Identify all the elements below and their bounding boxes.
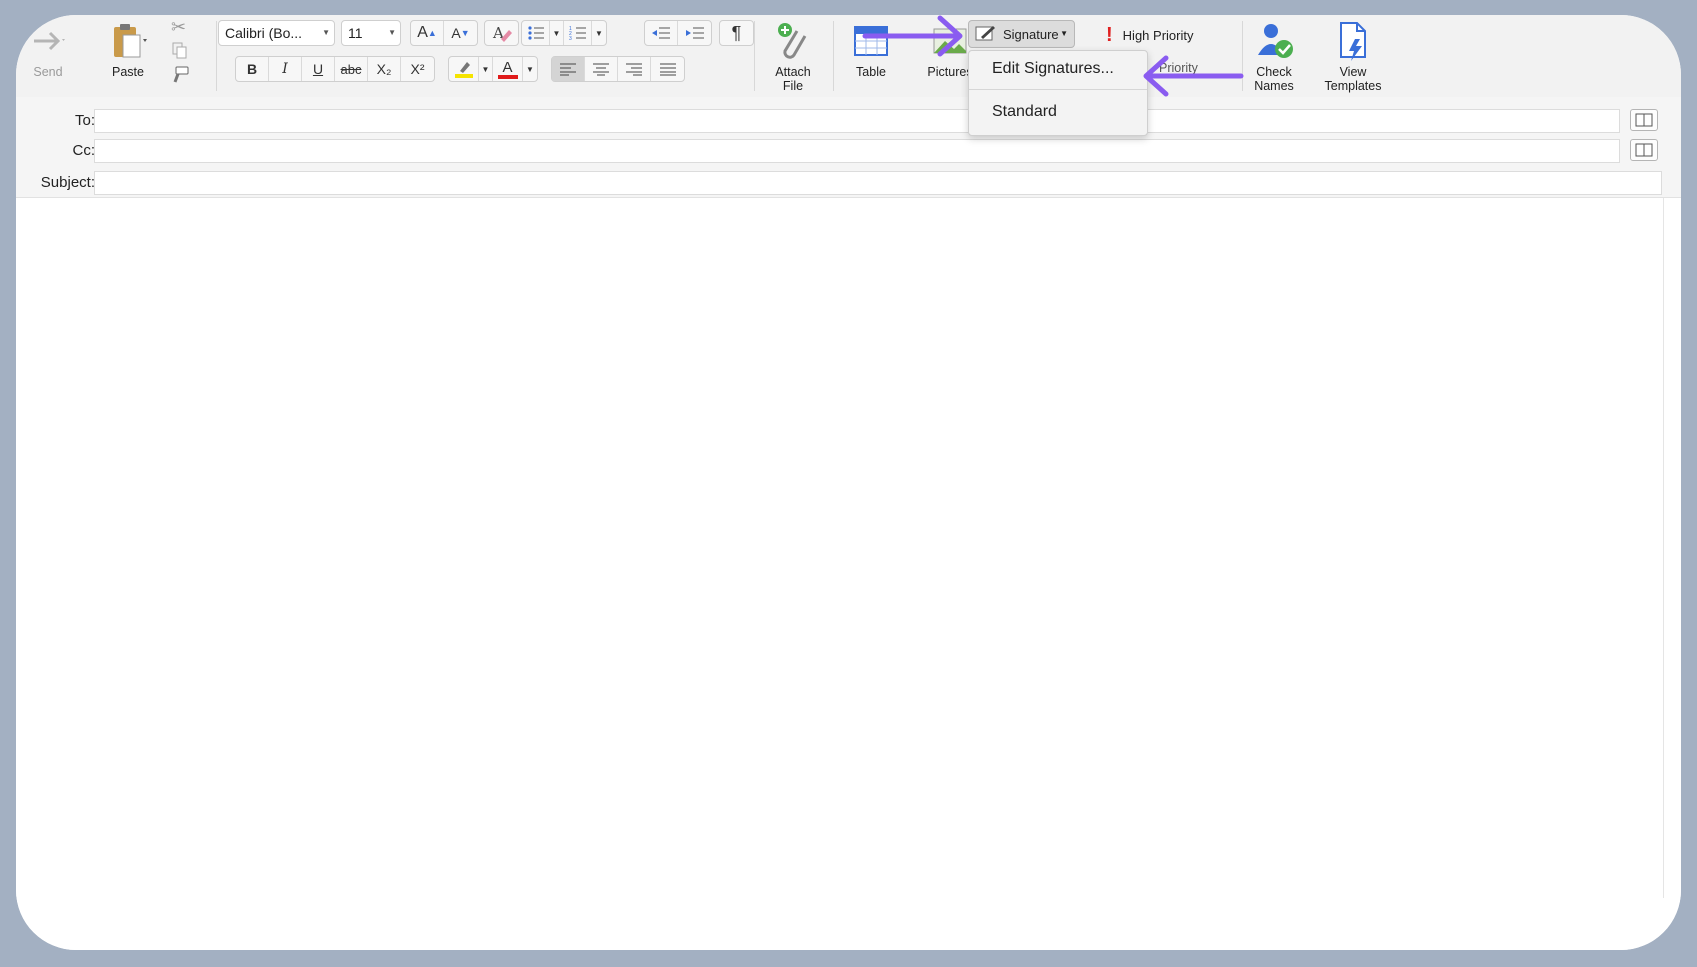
signature-pen-icon: [975, 24, 997, 45]
to-label: To:: [74, 112, 95, 129]
strikethrough-button[interactable]: abc: [335, 57, 368, 81]
font-name-select[interactable]: Calibri (Bo... ▼: [218, 20, 335, 46]
clear-formatting-icon[interactable]: A: [485, 21, 518, 45]
pilcrow-group: ¶: [719, 20, 754, 46]
address-book-icon[interactable]: [1630, 109, 1658, 131]
font-color-swatch: [497, 74, 518, 79]
table-label: Table: [856, 65, 886, 79]
cc-input[interactable]: [94, 139, 1620, 163]
chevron-down-icon: ▼: [322, 28, 330, 37]
chevron-down-icon: ▼: [388, 28, 396, 37]
align-center-icon[interactable]: [585, 57, 618, 81]
signature-button[interactable]: Signature ▼: [968, 20, 1075, 48]
indent-group: [644, 20, 712, 46]
underline-button[interactable]: U: [302, 57, 335, 81]
annotation-arrow-right: [862, 15, 963, 57]
font-size-value: 11: [348, 25, 363, 41]
highlighter-icon[interactable]: [449, 57, 479, 81]
attach-label-line2: File: [782, 79, 804, 93]
show-formatting-icon[interactable]: ¶: [720, 21, 753, 45]
svg-text:3: 3: [569, 36, 572, 41]
font-size-select[interactable]: 11 ▼: [341, 20, 401, 46]
font-color-icon[interactable]: A: [493, 57, 523, 81]
chevron-down-icon[interactable]: ▼: [523, 57, 537, 81]
clear-format-group: A: [484, 20, 519, 46]
high-priority-label: High Priority: [1122, 28, 1194, 43]
increase-indent-icon[interactable]: [678, 21, 711, 45]
menu-item-edit-signatures[interactable]: Edit Signatures...: [992, 60, 1114, 78]
menu-divider: [969, 89, 1147, 90]
check-names-button[interactable]: Check Names: [1248, 21, 1300, 93]
check-names-label-line1: Check: [1256, 65, 1292, 79]
font-size-group: A ▲ A ▼: [410, 20, 478, 46]
divider: [216, 21, 217, 91]
high-priority-button[interactable]: ! High Priority: [1106, 24, 1193, 47]
ribbon-toolbar: Send Paste ✂ Calibri (Bo... ▼ 11 ▼ A ▲ A…: [16, 15, 1681, 98]
divider: [754, 21, 755, 91]
annotation-arrow-left: [1143, 55, 1244, 97]
exclamation-icon: !: [1106, 24, 1113, 46]
bold-button[interactable]: B: [236, 57, 269, 81]
alignment-group: [551, 56, 685, 82]
shrink-font-icon[interactable]: A ▼: [444, 21, 477, 45]
view-templates-button[interactable]: View Templates: [1318, 21, 1388, 93]
check-names-icon: [1254, 21, 1294, 61]
paste-button[interactable]: Paste: [106, 21, 150, 79]
attach-label-line1: Attach: [775, 65, 811, 79]
pictures-label: Pictures: [927, 65, 973, 79]
address-fields: To: Cc: Subject:: [16, 97, 1681, 198]
send-button[interactable]: Send: [28, 21, 68, 79]
chevron-down-icon[interactable]: ▼: [479, 57, 493, 81]
signature-label: Signature: [1003, 26, 1059, 42]
chevron-down-icon: ▼: [1060, 29, 1068, 38]
decrease-indent-icon[interactable]: [645, 21, 678, 45]
cut-icon[interactable]: ✂: [171, 17, 186, 38]
copy-icon[interactable]: [172, 42, 188, 65]
compose-window: Send Paste ✂ Calibri (Bo... ▼ 11 ▼ A ▲ A…: [16, 15, 1681, 950]
message-body[interactable]: [16, 198, 1681, 950]
paperclip-icon: [773, 21, 813, 61]
align-right-icon[interactable]: [618, 57, 651, 81]
text-style-group: B I U abc X₂ X²: [235, 56, 435, 82]
check-names-label-line2: Names: [1254, 79, 1294, 93]
paste-label: Paste: [112, 65, 144, 79]
address-book-icon[interactable]: [1630, 139, 1658, 161]
template-icon: [1333, 21, 1373, 61]
send-label: Send: [33, 65, 63, 79]
font-name-value: Calibri (Bo...: [225, 25, 303, 41]
scrollbar-track[interactable]: [1663, 198, 1664, 898]
attach-file-button[interactable]: Attach File: [768, 21, 818, 93]
superscript-button[interactable]: X²: [401, 57, 434, 81]
to-input[interactable]: [94, 109, 1620, 133]
send-icon: [28, 21, 68, 61]
italic-button[interactable]: I: [269, 57, 302, 81]
justify-icon[interactable]: [651, 57, 684, 81]
color-group: ▼ A ▼: [448, 56, 538, 82]
menu-item-standard[interactable]: Standard: [992, 103, 1057, 121]
numbered-list-icon[interactable]: 123: [564, 21, 592, 45]
divider: [833, 21, 834, 91]
bullets-group: ▼ 123 ▼: [521, 20, 607, 46]
signature-dropdown-menu: Edit Signatures... Standard: [968, 50, 1148, 136]
subscript-button[interactable]: X₂: [368, 57, 401, 81]
subject-label: Subject:: [40, 174, 95, 191]
chevron-down-icon[interactable]: ▼: [550, 21, 564, 45]
align-left-icon[interactable]: [552, 57, 585, 81]
clipboard-icon: [108, 21, 148, 61]
subject-input[interactable]: [94, 171, 1662, 195]
chevron-down-icon[interactable]: ▼: [592, 21, 606, 45]
view-templates-label-line1: View: [1339, 65, 1367, 79]
bullet-list-icon[interactable]: [522, 21, 550, 45]
format-painter-icon[interactable]: [170, 65, 190, 90]
view-templates-label-line2: Templates: [1324, 79, 1382, 93]
grow-font-icon[interactable]: A ▲: [411, 21, 444, 45]
cc-label: Cc:: [72, 142, 96, 159]
font-color-letter: A: [502, 58, 513, 76]
